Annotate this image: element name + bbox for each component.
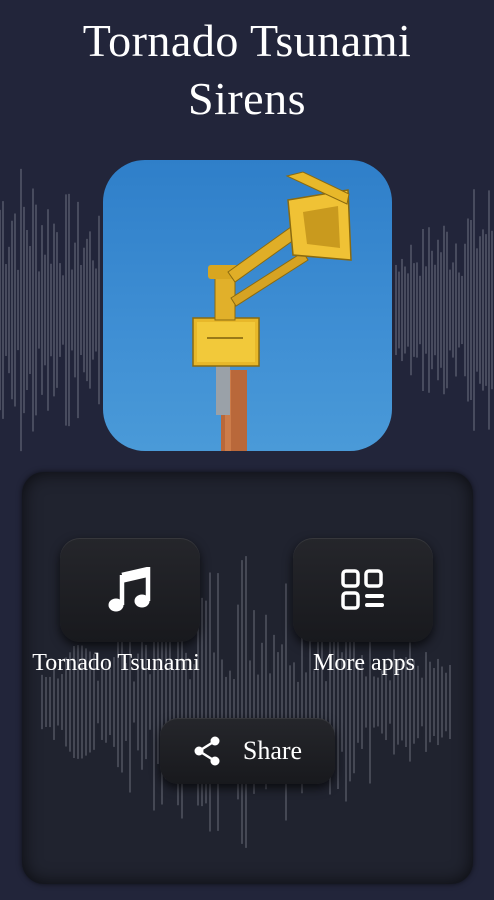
more-apps-label[interactable]: More apps (244, 650, 484, 677)
music-note-icon (108, 567, 151, 612)
tornado-tsunami-button[interactable] (60, 538, 200, 642)
title-line-2: Sirens (188, 73, 306, 124)
page-title: Tornado Tsunami Sirens (0, 12, 494, 128)
more-apps-button[interactable] (293, 538, 433, 642)
share-label: Share (242, 736, 303, 765)
tornado-tsunami-label[interactable]: Tornado Tsunami (0, 650, 236, 677)
share-icon (194, 736, 220, 766)
menu-panel (22, 472, 473, 884)
apps-grid-icon (341, 569, 384, 610)
share-button[interactable]: Share (160, 718, 335, 784)
title-line-1: Tornado Tsunami (82, 15, 412, 66)
siren-image[interactable] (103, 160, 392, 451)
